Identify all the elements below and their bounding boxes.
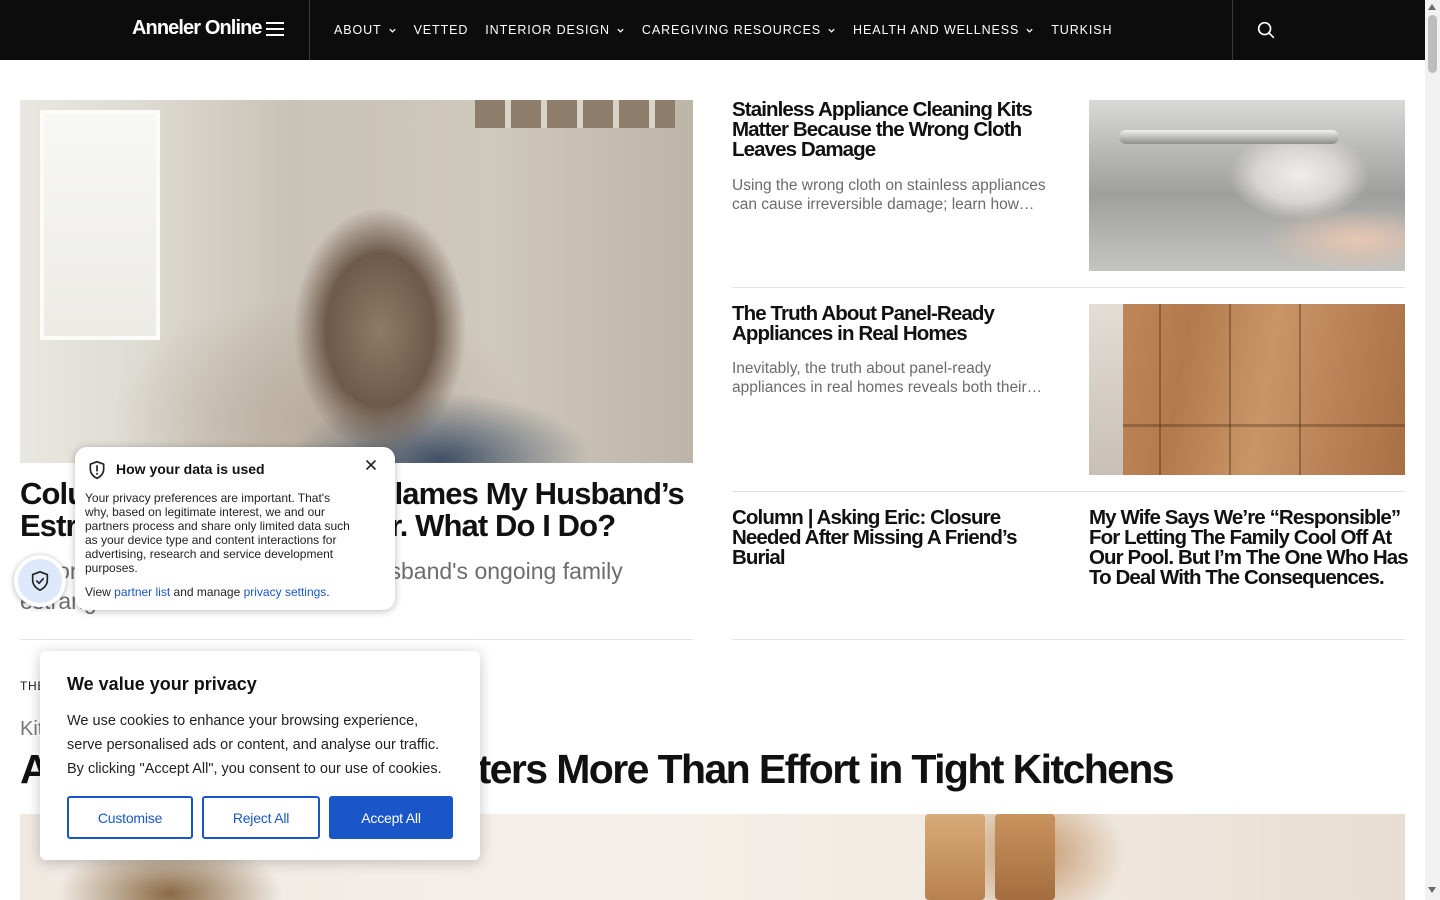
- nav-item-label: INTERIOR DESIGN: [485, 23, 610, 37]
- scrollbar-track[interactable]: [1425, 0, 1440, 900]
- popup-title: How your data is used: [116, 461, 265, 477]
- reject-all-button[interactable]: Reject All: [202, 796, 320, 839]
- article-image[interactable]: [1089, 304, 1405, 475]
- privacy-settings-link[interactable]: privacy settings: [244, 585, 327, 599]
- article-headline[interactable]: The Truth About Panel-Ready Appliances i…: [732, 303, 1062, 344]
- lead-article-image[interactable]: [20, 100, 693, 463]
- appliance-handle-shape: [1119, 130, 1339, 144]
- scroll-up-arrow-icon[interactable]: [1428, 4, 1436, 10]
- nav-item-label: VETTED: [413, 23, 469, 37]
- article-headline[interactable]: Column | Asking Eric: Closure Needed Aft…: [732, 507, 1062, 568]
- nav-item-turkish[interactable]: TURKISH: [1051, 23, 1112, 37]
- article-excerpt: Using the wrong cloth on stainless appli…: [732, 177, 1046, 213]
- site-header: Anneler Online ABOUT VETTED INTERIOR DES…: [0, 0, 1425, 60]
- shield-icon: [89, 460, 105, 480]
- cutting-board-shape: [995, 814, 1055, 900]
- nav-item-caregiving-resources[interactable]: CAREGIVING RESOURCES: [642, 23, 836, 37]
- main-nav: ABOUT VETTED INTERIOR DESIGN CAREGIVING …: [334, 0, 1112, 60]
- close-icon[interactable]: [364, 458, 378, 472]
- chevron-down-icon: [617, 28, 624, 33]
- nav-item-interior-design[interactable]: INTERIOR DESIGN: [485, 23, 625, 37]
- divider: [732, 287, 1405, 288]
- nav-item-vetted[interactable]: VETTED: [414, 23, 469, 37]
- partner-list-link[interactable]: partner list: [114, 585, 170, 599]
- divider: [732, 491, 1405, 492]
- window-shape: [40, 110, 160, 340]
- scrollbar-thumb[interactable]: [1428, 15, 1437, 73]
- cookie-consent-banner: We value your privacy We use cookies to …: [40, 651, 480, 860]
- popup-body: Your privacy preferences are important. …: [85, 491, 350, 575]
- header-divider: [1232, 0, 1233, 60]
- article-headline[interactable]: Stainless Appliance Cleaning Kits Matter…: [732, 99, 1062, 160]
- wall-shape: [1089, 304, 1123, 475]
- nav-item-label: CAREGIVING RESOURCES: [641, 23, 822, 37]
- cookie-banner-title: We value your privacy: [67, 674, 257, 694]
- chevron-down-icon: [388, 28, 396, 33]
- divider: [20, 639, 693, 640]
- nav-item-health-and-wellness[interactable]: HEALTH AND WELLNESS: [853, 23, 1034, 37]
- data-usage-popup: How your data is used Your privacy prefe…: [75, 447, 395, 610]
- nav-item-label: ABOUT: [334, 23, 382, 37]
- popup-links: View partner list and manage privacy set…: [85, 585, 330, 599]
- nav-item-label: TURKISH: [1051, 23, 1113, 37]
- customise-button[interactable]: Customise: [67, 796, 193, 839]
- divider: [732, 639, 1405, 640]
- privacy-shield-button[interactable]: [14, 555, 66, 607]
- scroll-down-arrow-icon[interactable]: [1428, 887, 1436, 893]
- cutting-board-shape: [925, 814, 985, 900]
- hamburger-icon[interactable]: [266, 22, 284, 38]
- article-image[interactable]: [1089, 100, 1405, 271]
- popup-links-prefix: View: [85, 585, 111, 599]
- site-logo[interactable]: Anneler Online: [132, 17, 263, 40]
- picture-frames-shape: [475, 100, 675, 128]
- popup-links-middle: and manage: [173, 585, 241, 599]
- popup-links-suffix: .: [326, 585, 330, 599]
- article-excerpt: Inevitably, the truth about panel-ready …: [732, 360, 1043, 396]
- accept-all-button[interactable]: Accept All: [329, 796, 453, 839]
- nav-item-about[interactable]: ABOUT: [334, 23, 397, 37]
- cookie-banner-text: We use cookies to enhance your browsing …: [67, 713, 442, 777]
- nav-item-label: HEALTH AND WELLNESS: [853, 23, 1020, 37]
- chevron-down-icon: [1026, 28, 1033, 33]
- shield-check-icon: [31, 571, 49, 591]
- search-icon[interactable]: [1255, 19, 1277, 41]
- article-headline[interactable]: My Wife Says We’re “Responsible” For Let…: [1089, 507, 1409, 588]
- chevron-down-icon: [828, 28, 835, 33]
- header-divider: [309, 0, 310, 60]
